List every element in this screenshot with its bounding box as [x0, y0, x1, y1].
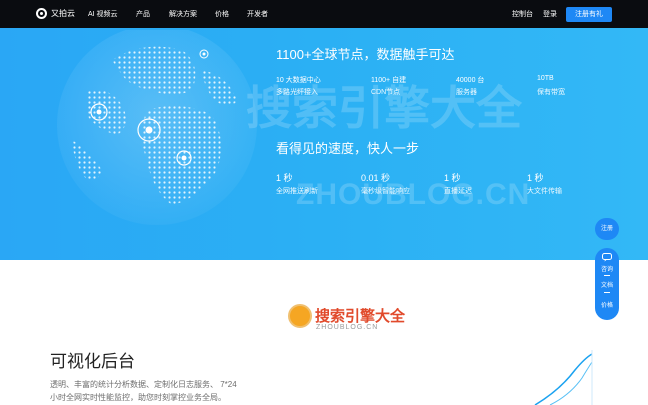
stat-label: 大文件传输 [527, 188, 562, 195]
nav-item-products[interactable]: 产品 [136, 9, 150, 19]
stat-value: 1 秒 [527, 173, 544, 183]
register-button[interactable]: 注册有礼 [566, 7, 612, 22]
stat-label: 毫秒级智能响应 [361, 188, 410, 195]
login-link[interactable]: 登录 [543, 9, 557, 19]
stat-label: 全网推送刷新 [276, 188, 318, 195]
stat-label: 保有带宽 [537, 89, 565, 96]
stat-label: 服务器 [456, 89, 477, 96]
section-title: 可视化后台 [50, 352, 135, 371]
top-navbar: 又拍云 AI 视频云 产品 解决方案 价格 开发者 控制台 登录 注册有礼 [0, 0, 648, 28]
dashboard-preview-chart [534, 350, 593, 405]
brand-logo-icon [288, 304, 312, 328]
hero-title-speed: 看得见的速度，快人一步 [276, 141, 420, 156]
logo-text[interactable]: 又拍云 [51, 8, 75, 19]
stat-label: CDN节点 [371, 89, 401, 96]
console-link[interactable]: 控制台 [512, 9, 533, 19]
section-description: 小时全网实时性能监控，助您时刻掌控业务全局。 [50, 393, 226, 402]
brand-watermark-sub: ZHOUBLOG.CN [316, 324, 379, 331]
stat-value: 10TB [537, 75, 554, 82]
stat-value: 1 秒 [444, 173, 461, 183]
stat-value: 40000 台 [456, 77, 485, 84]
brand-watermark-text: 搜索引擎大全 [315, 308, 406, 325]
stat-value: 0.01 秒 [361, 173, 391, 183]
stat-label: 直播延迟 [444, 188, 472, 195]
stat-value: 10 大数据中心 [276, 77, 321, 84]
price-link[interactable]: 价格 [595, 300, 619, 309]
hero-banner: 搜索引擎大全 ZHOUBLOG.CN 1100+全球节点，数据触手可达 10 大… [0, 28, 648, 260]
stat-label: 多路光纤接入 [276, 89, 318, 96]
nav-item-solutions[interactable]: 解决方案 [169, 9, 197, 19]
logo-icon[interactable] [36, 8, 47, 19]
nav-item-developers[interactable]: 开发者 [247, 9, 268, 19]
hero-title-nodes: 1100+全球节点，数据触手可达 [276, 47, 455, 62]
stat-value: 1 秒 [276, 173, 293, 183]
nav-item-pricing[interactable]: 价格 [215, 9, 229, 19]
floating-register-button[interactable]: 注册 [595, 218, 619, 240]
docs-link[interactable]: 文档 [595, 280, 619, 289]
floating-help-panel: 咨询 文档 价格 [595, 248, 619, 320]
globe-illustration [57, 30, 257, 225]
section-description: 透明、丰富的统计分析数据、定制化日志服务、 7*24 [50, 380, 237, 389]
stat-value: 1100+ 自建 [371, 77, 407, 84]
watermark-en: ZHOUBLOG.CN [296, 178, 531, 211]
consult-link[interactable]: 咨询 [595, 264, 619, 273]
nav-item-ai-video[interactable]: AI 视频云 [88, 9, 118, 19]
chat-icon [602, 253, 612, 262]
